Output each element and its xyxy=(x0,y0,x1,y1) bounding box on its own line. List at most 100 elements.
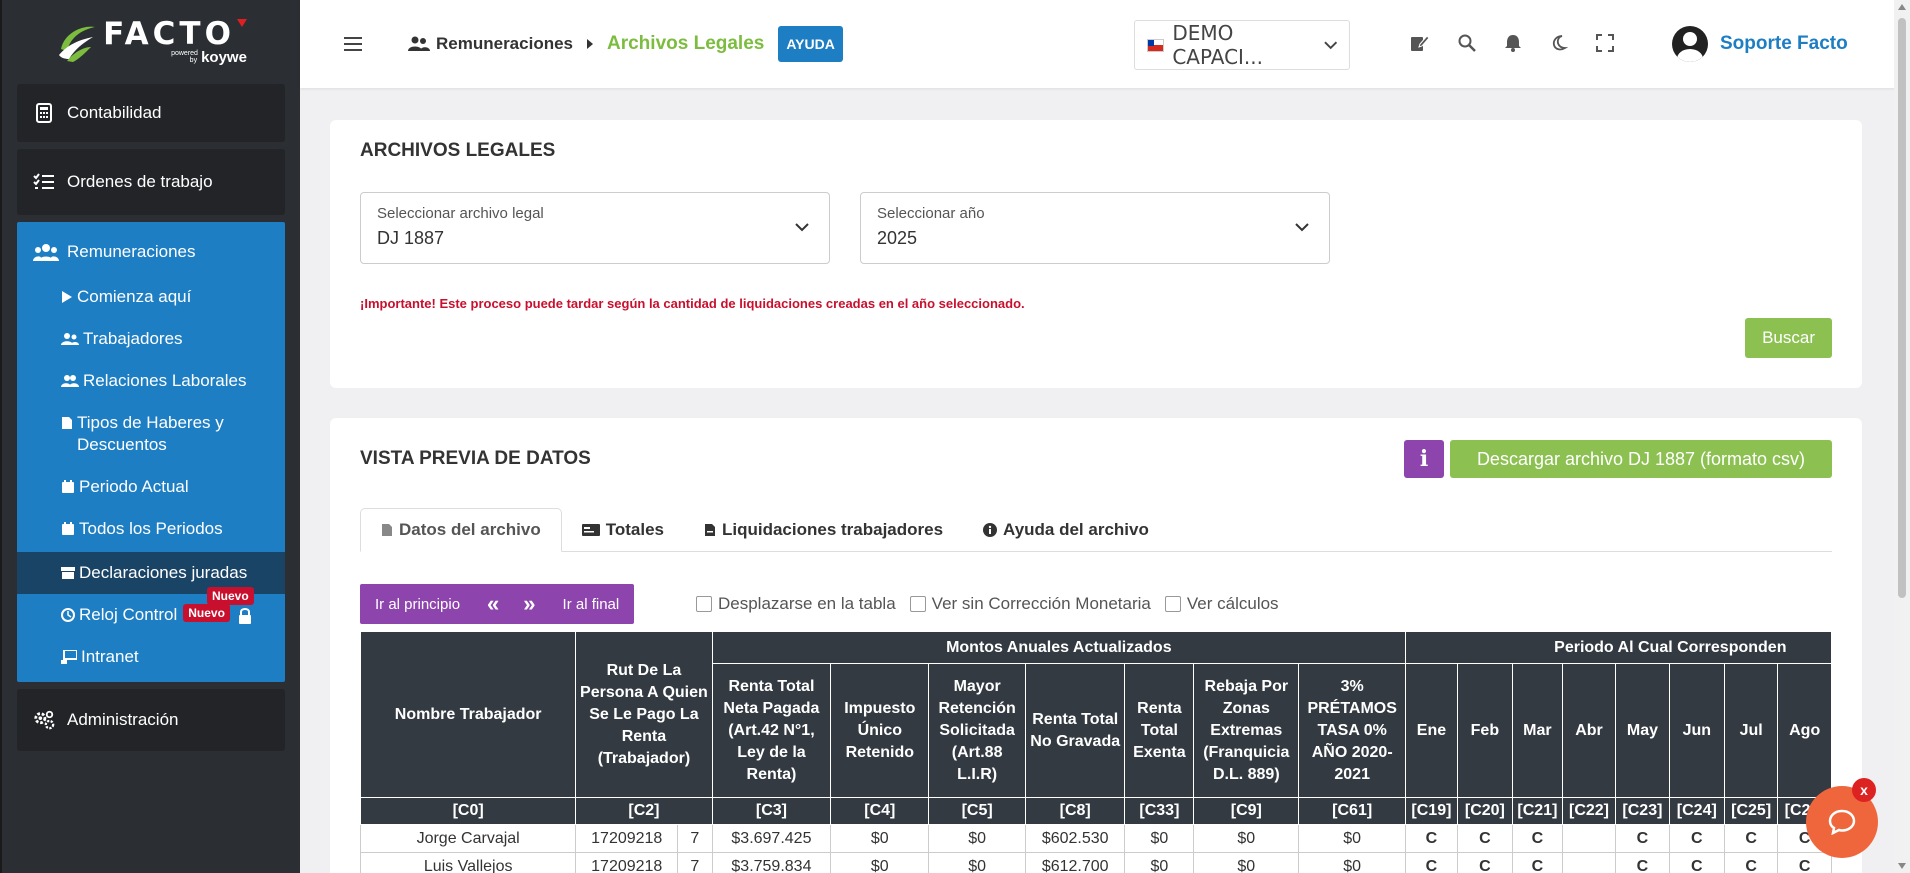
sidebar-subitem-todos-periodos[interactable]: Todos los Periodos xyxy=(17,510,285,552)
page-scrollbar[interactable] xyxy=(1894,0,1910,873)
scroll-down-icon[interactable] xyxy=(1898,863,1906,869)
chat-close-button[interactable]: x xyxy=(1852,778,1876,802)
go-last-button[interactable]: Ir al final xyxy=(548,596,635,613)
sidebar-subitem-declaraciones[interactable]: Declaraciones juradas Nuevo xyxy=(17,552,285,605)
sidebar: FACTO powered by koywe Contabilidad Orde… xyxy=(0,0,300,873)
brand-name: FACTO xyxy=(103,15,235,52)
sidebar-item-label: Contabilidad xyxy=(67,103,162,122)
header-montos-col: 3% PRÉTAMOS TASA 0% AÑO 2020-2021 xyxy=(1298,663,1407,798)
header-code: [C4] xyxy=(830,797,930,825)
sidebar-subitem-tipos-haberes[interactable]: Tipos de Haberes y Descuentos xyxy=(17,404,285,468)
info-button[interactable]: i xyxy=(1404,440,1444,478)
sidebar-subitem-trabajadores[interactable]: Trabajadores xyxy=(17,320,285,362)
header-month: Mar xyxy=(1512,663,1563,798)
no-correction-checkbox[interactable]: Ver sin Corrección Monetaria xyxy=(909,594,1151,614)
tab-label: Ayuda del archivo xyxy=(1003,519,1149,539)
scroll-up-icon[interactable] xyxy=(1898,4,1906,10)
sidebar-item-administracion[interactable]: Administración xyxy=(17,689,285,751)
cell-amount: $602.530 xyxy=(1025,824,1126,853)
tab-datos-archivo[interactable]: Datos del archivo xyxy=(360,508,562,552)
data-table-container[interactable]: Nombre Trabajador Rut De La Persona A Qu… xyxy=(360,631,1832,873)
breadcrumb: Remuneraciones Archivos Legales AYUDA xyxy=(408,26,843,62)
search-button[interactable]: Buscar xyxy=(1745,318,1832,358)
checkbox-box[interactable] xyxy=(696,596,712,612)
edit-document-icon[interactable] xyxy=(1410,34,1430,52)
header-month: Ene xyxy=(1405,663,1458,798)
cell-amount: $3.759.834 xyxy=(711,852,832,873)
next-page-button[interactable]: » xyxy=(511,593,547,615)
file-text-icon xyxy=(382,524,392,536)
checkbox-box[interactable] xyxy=(1164,596,1181,612)
chat-bubble-icon xyxy=(1828,809,1856,835)
sidebar-item-ordenes[interactable]: Ordenes de trabajo xyxy=(17,149,285,215)
year-select[interactable]: Seleccionar año 2025 xyxy=(860,192,1330,264)
prev-page-button[interactable]: « xyxy=(475,593,511,615)
table-pager: Ir al principio « » Ir al final xyxy=(360,584,635,624)
cell-amount: $0 xyxy=(928,824,1027,853)
scroll-table-checkbox[interactable]: Desplazarse en la tabla xyxy=(696,594,896,614)
sidebar-item-contabilidad[interactable]: Contabilidad xyxy=(17,84,285,142)
sidebar-subitem-intranet[interactable]: Intranet xyxy=(17,638,285,682)
cell-month: C xyxy=(1456,824,1514,853)
user-menu[interactable]: Soporte Facto xyxy=(1672,26,1848,62)
sidebar-subitem-comienza[interactable]: Comienza aquí xyxy=(17,282,285,320)
sidebar-subitem-label: Todos los Periodos xyxy=(79,519,223,538)
checkbox-label: Ver sin Corrección Monetaria xyxy=(931,594,1151,613)
header-nombre: Nombre Trabajador xyxy=(360,631,577,798)
go-first-button[interactable]: Ir al principio xyxy=(360,596,475,613)
cell-month: C xyxy=(1615,852,1670,873)
sidebar-item-remuneraciones[interactable]: Remuneraciones xyxy=(17,222,285,282)
sidebar-subitem-relaciones[interactable]: Relaciones Laborales xyxy=(17,362,285,404)
header-rut: Rut De La Persona A Quien Se Le Pago La … xyxy=(575,631,713,798)
company-selector[interactable]: DEMO CAPACI... xyxy=(1134,20,1350,70)
brand-logo[interactable]: FACTO powered by koywe xyxy=(2,0,300,84)
table-row: Jorge Carvajal 17209218 7 $3.697.425 $0 … xyxy=(360,824,1832,853)
header-code: [C9] xyxy=(1193,797,1300,825)
menu-toggle-icon[interactable] xyxy=(344,37,362,51)
tab-label: Datos del archivo xyxy=(399,520,541,539)
bell-icon[interactable] xyxy=(1504,34,1522,52)
sidebar-group-remuneraciones: Remuneraciones Comienza aquí Trabajadore… xyxy=(17,222,285,682)
sidebar-subitem-label: Relaciones Laborales xyxy=(83,371,247,390)
legal-file-select[interactable]: Seleccionar archivo legal DJ 1887 xyxy=(360,192,830,264)
sidebar-menu: Contabilidad Ordenes de trabajo Remunera… xyxy=(2,84,300,751)
header-code: [C3] xyxy=(711,797,832,825)
cell-month: C xyxy=(1777,852,1832,873)
legal-file-select-value: DJ 1887 xyxy=(377,228,445,248)
cell-month: C xyxy=(1723,824,1779,853)
cell-dv: 7 xyxy=(677,852,713,873)
tab-totales[interactable]: Totales xyxy=(562,508,684,551)
sidebar-subitem-periodo-actual[interactable]: Periodo Actual xyxy=(17,468,285,510)
breadcrumb-parent[interactable]: Remuneraciones xyxy=(408,34,573,54)
sidebar-subitem-label: Periodo Actual xyxy=(79,477,189,496)
breadcrumb-parent-label: Remuneraciones xyxy=(436,34,573,53)
cell-amount: $0 xyxy=(1298,852,1407,873)
header-month: Ago xyxy=(1777,663,1832,798)
cell-amount: $612.700 xyxy=(1025,852,1126,873)
header-code: [C0] xyxy=(360,797,577,825)
sidebar-subitem-label: Comienza aquí xyxy=(77,287,192,306)
search-icon[interactable] xyxy=(1458,34,1476,52)
tab-liquidaciones[interactable]: Liquidaciones trabajadores xyxy=(684,508,963,551)
header-montos-col: Renta Total Exenta xyxy=(1124,663,1195,798)
checkbox-box[interactable] xyxy=(909,596,926,612)
sidebar-item-label: Remuneraciones xyxy=(67,242,196,261)
cell-month xyxy=(1561,824,1617,853)
sidebar-subitem-label: Declaraciones juradas xyxy=(79,562,247,584)
user-pair-icon xyxy=(61,375,79,387)
breadcrumb-current: Archivos Legales xyxy=(607,33,765,54)
fullscreen-icon[interactable] xyxy=(1596,34,1614,52)
download-csv-button[interactable]: Descargar archivo DJ 1887 (formato csv) xyxy=(1450,440,1832,478)
tab-ayuda-archivo[interactable]: Ayuda del archivo xyxy=(963,508,1169,551)
section-title: ARCHIVOS LEGALES xyxy=(360,140,556,161)
scrollbar-thumb[interactable] xyxy=(1898,18,1906,598)
cell-amount: $0 xyxy=(1298,824,1407,853)
moon-icon[interactable] xyxy=(1550,34,1568,52)
header-month: Jul xyxy=(1723,663,1779,798)
topbar: Remuneraciones Archivos Legales AYUDA DE… xyxy=(300,0,1910,88)
calendar-icon xyxy=(62,480,74,493)
help-button[interactable]: AYUDA xyxy=(778,26,843,62)
show-calculations-checkbox[interactable]: Ver cálculos xyxy=(1164,594,1279,614)
cell-month: C xyxy=(1668,824,1725,853)
header-month: Abr xyxy=(1561,663,1617,798)
